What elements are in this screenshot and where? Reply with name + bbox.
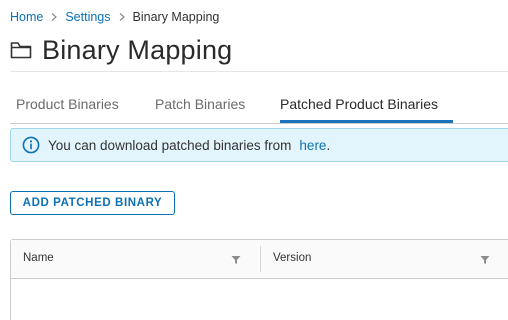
add-patched-binary-button[interactable]: ADD PATCHED BINARY <box>10 191 175 215</box>
alert-download-link[interactable]: here <box>299 138 326 153</box>
page-header: Binary Mapping <box>10 33 232 67</box>
filter-icon[interactable] <box>231 255 241 265</box>
column-header-name[interactable]: Name <box>23 252 54 264</box>
tab-patched-product-binaries[interactable]: Patched Product Binaries <box>280 96 438 122</box>
chevron-right-icon <box>43 11 65 23</box>
breadcrumb-settings-link[interactable]: Settings <box>65 10 110 24</box>
binaries-table: Name Version <box>10 239 508 320</box>
tab-patch-binaries[interactable]: Patch Binaries <box>155 96 245 122</box>
table-header: Name Version <box>11 240 508 279</box>
breadcrumb: Home Settings Binary Mapping <box>10 9 219 25</box>
column-separator[interactable] <box>260 246 261 272</box>
page-title: Binary Mapping <box>42 34 233 65</box>
alert-suffix: . <box>326 137 331 153</box>
info-alert: You can download patched binaries from h… <box>10 128 508 162</box>
alert-message: You can download patched binaries from <box>48 137 292 153</box>
column-header-version[interactable]: Version <box>273 252 311 264</box>
page: Home Settings Binary Mapping Binary Mapp… <box>0 0 508 320</box>
header-divider <box>10 71 508 72</box>
active-tab-indicator <box>280 120 453 123</box>
info-icon <box>22 136 40 154</box>
breadcrumb-home-link[interactable]: Home <box>10 10 43 24</box>
tab-product-binaries[interactable]: Product Binaries <box>16 96 119 122</box>
tab-bar: Product Binaries Patch Binaries Patched … <box>10 86 508 124</box>
folder-icon <box>10 41 32 59</box>
breadcrumb-current: Binary Mapping <box>132 10 220 24</box>
filter-icon[interactable] <box>480 255 490 265</box>
chevron-right-icon <box>111 11 133 23</box>
